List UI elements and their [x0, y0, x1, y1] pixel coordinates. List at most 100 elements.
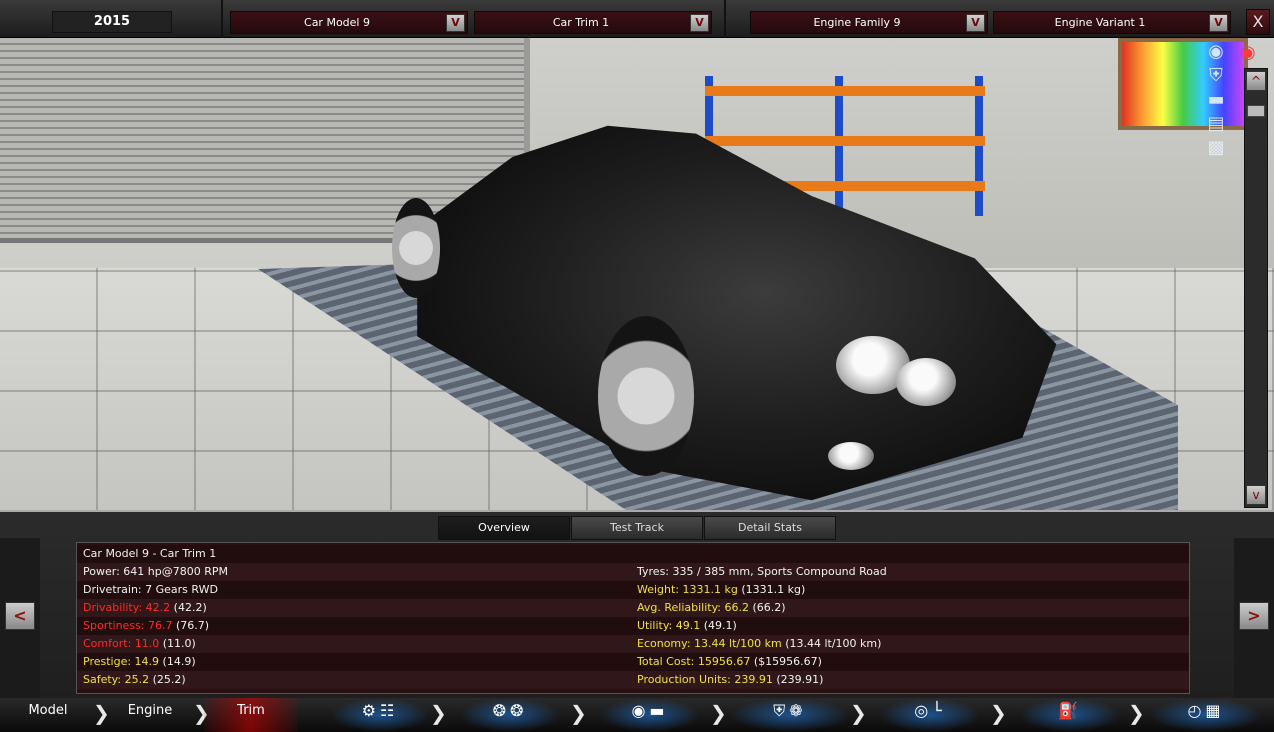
scroll-down-button[interactable]: v: [1246, 485, 1266, 505]
nav-aero[interactable]: ⛨❁: [730, 698, 850, 732]
table-row: Drivability: 42.2 (42.2) Avg. Reliability…: [77, 599, 1189, 617]
gear-icon: ⚙☷: [361, 701, 399, 720]
zoom-scrollbar[interactable]: ^ v: [1244, 68, 1268, 508]
divider: [221, 0, 223, 38]
nav-interior[interactable]: ◎└: [880, 698, 980, 732]
camera-view-toolbar: ◉ ⛨ ▬ ▤ ▩: [1196, 40, 1244, 210]
stats-header: Car Model 9 - Car Trim 1: [83, 547, 217, 560]
year-field[interactable]: 2015: [52, 11, 172, 33]
fog-light: [828, 442, 874, 470]
chevron-down-icon[interactable]: V: [446, 14, 465, 32]
headlight: [896, 358, 956, 406]
car-model-select[interactable]: Car Model 9 V: [230, 11, 468, 34]
stat-base-value: (239.91): [772, 673, 824, 686]
stat-base-value: (49.1): [700, 619, 737, 632]
next-button[interactable]: >: [1239, 602, 1269, 630]
car-side-icon[interactable]: ▬: [1196, 88, 1236, 112]
chevron-right-icon: ❯: [1128, 701, 1145, 725]
stat-right: Economy: 13.44 lt/100 km (13.44 lt/100 k…: [637, 635, 881, 653]
stat-left: Drivetrain: 7 Gears RWD: [83, 581, 218, 599]
stat-left: Comfort: 11.0 (11.0): [83, 635, 196, 653]
chevron-down-icon[interactable]: V: [690, 14, 709, 32]
right-sidebar: >: [1234, 538, 1274, 698]
chevron-down-icon[interactable]: V: [966, 14, 985, 32]
car-front-icon[interactable]: ⛨: [1196, 64, 1236, 88]
nav-engine[interactable]: Engine: [104, 698, 196, 732]
stat-label: Weight: 1331.1 kg: [637, 583, 738, 596]
stat-left: Drivability: 42.2 (42.2): [83, 599, 207, 617]
prev-button[interactable]: <: [5, 602, 35, 630]
car-top-icon[interactable]: ▩: [1196, 136, 1236, 160]
close-button[interactable]: X: [1246, 9, 1270, 35]
test-flag-icon: ◴▦: [1187, 701, 1225, 720]
nav-test[interactable]: ◴▦: [1150, 698, 1262, 732]
car-seat-icon[interactable]: ▤: [1196, 112, 1236, 136]
stat-base-value: ($15956.67): [750, 655, 822, 668]
tab-overview[interactable]: Overview: [438, 516, 570, 540]
stat-base-value: (14.9): [159, 655, 196, 668]
stat-label: Sportiness: 76.7: [83, 619, 173, 632]
stat-left: Prestige: 14.9 (14.9): [83, 653, 196, 671]
stat-base-value: (11.0): [159, 637, 196, 650]
table-row: Safety: 25.2 (25.2) Production Units: 239…: [77, 671, 1189, 689]
front-wheel: [598, 316, 694, 476]
left-sidebar: <: [0, 538, 40, 698]
stat-base-value: (42.2): [170, 601, 207, 614]
engine-family-select[interactable]: Engine Family 9 V: [750, 11, 988, 34]
divider: [724, 0, 726, 38]
table-row: Prestige: 14.9 (14.9) Total Cost: 15956.6…: [77, 653, 1189, 671]
camera-icon[interactable]: ◉: [1196, 40, 1236, 64]
stats-panel: Overview Test Track Detail Stats < > Car…: [0, 510, 1274, 698]
chevron-down-icon[interactable]: V: [1209, 14, 1228, 32]
nav-trim[interactable]: Trim: [204, 698, 298, 732]
engine-family-label: Engine Family 9: [813, 16, 901, 29]
nav-brakes[interactable]: ◉▬: [600, 698, 700, 732]
stat-label: Tyres: 335 / 385 mm, Sports Compound Roa…: [637, 565, 887, 578]
top-bar: 2015 Car Model 9 V Car Trim 1 V Engine F…: [0, 0, 1274, 38]
chevron-right-icon: ❯: [430, 701, 447, 725]
tab-detail-stats[interactable]: Detail Stats: [704, 516, 836, 540]
stat-label: Prestige: 14.9: [83, 655, 160, 668]
stat-right: Avg. Reliability: 66.2 (66.2): [637, 599, 786, 617]
rear-wheel: [392, 198, 440, 298]
stat-left: Safety: 25.2 (25.2): [83, 671, 186, 689]
stat-right: Production Units: 239.91 (239.91): [637, 671, 823, 689]
nav-drivetrain[interactable]: ⚙☷: [330, 698, 430, 732]
nav-fuel[interactable]: ⛽: [1020, 698, 1120, 732]
stat-label: Power: 641 hp@7800 RPM: [83, 565, 228, 578]
scroll-thumb[interactable]: [1247, 105, 1265, 117]
car-trim-select[interactable]: Car Trim 1 V: [474, 11, 712, 34]
bottom-nav: Model ❯ Engine ❯ Trim ⚙☷ ❯ ❂❂ ❯ ◉▬ ❯ ⛨❁ …: [0, 698, 1274, 732]
stat-label: Comfort: 11.0: [83, 637, 160, 650]
stats-table: Car Model 9 - Car Trim 1 Power: 641 hp@7…: [76, 542, 1190, 694]
stat-label: Total Cost: 15956.67: [637, 655, 751, 668]
stat-label: Economy: 13.44 lt/100 km: [637, 637, 782, 650]
stat-right: Weight: 1331.1 kg (1331.1 kg): [637, 581, 805, 599]
stat-right: Total Cost: 15956.67 ($15956.67): [637, 653, 822, 671]
car-model-label: Car Model 9: [304, 16, 370, 29]
chevron-right-icon: ❯: [850, 701, 867, 725]
stat-label: Avg. Reliability: 66.2: [637, 601, 750, 614]
aero-icon: ⛨❁: [773, 701, 807, 720]
table-row: Power: 641 hp@7800 RPM Tyres: 335 / 385 m…: [77, 563, 1189, 581]
stat-label: Utility: 49.1: [637, 619, 701, 632]
stat-label: Safety: 25.2: [83, 673, 150, 686]
nav-model[interactable]: Model: [0, 698, 96, 732]
scroll-up-button[interactable]: ^: [1246, 71, 1266, 91]
stat-base-value: (25.2): [149, 673, 186, 686]
chevron-right-icon: ❯: [710, 701, 727, 725]
car-viewport[interactable]: ◉ ⛨ ▬ ▤ ▩ ◉ ^ v ✖: [0, 38, 1274, 510]
engine-variant-select[interactable]: Engine Variant 1 V: [993, 11, 1231, 34]
stat-right: Tyres: 335 / 385 mm, Sports Compound Roa…: [637, 563, 887, 581]
engine-variant-label: Engine Variant 1: [1054, 16, 1146, 29]
stat-label: Drivability: 42.2: [83, 601, 171, 614]
eye-icon[interactable]: ◉: [1240, 42, 1256, 63]
table-row: Drivetrain: 7 Gears RWD Weight: 1331.1 kg…: [77, 581, 1189, 599]
stat-label: Production Units: 239.91: [637, 673, 773, 686]
nav-wheels[interactable]: ❂❂: [460, 698, 560, 732]
fuel-icon: ⛽: [1058, 701, 1082, 720]
chevron-right-icon: ❯: [990, 701, 1007, 725]
stat-base-value: (1331.1 kg): [737, 583, 806, 596]
tab-test-track[interactable]: Test Track: [571, 516, 703, 540]
table-row: Car Model 9 - Car Trim 1: [77, 545, 1189, 563]
